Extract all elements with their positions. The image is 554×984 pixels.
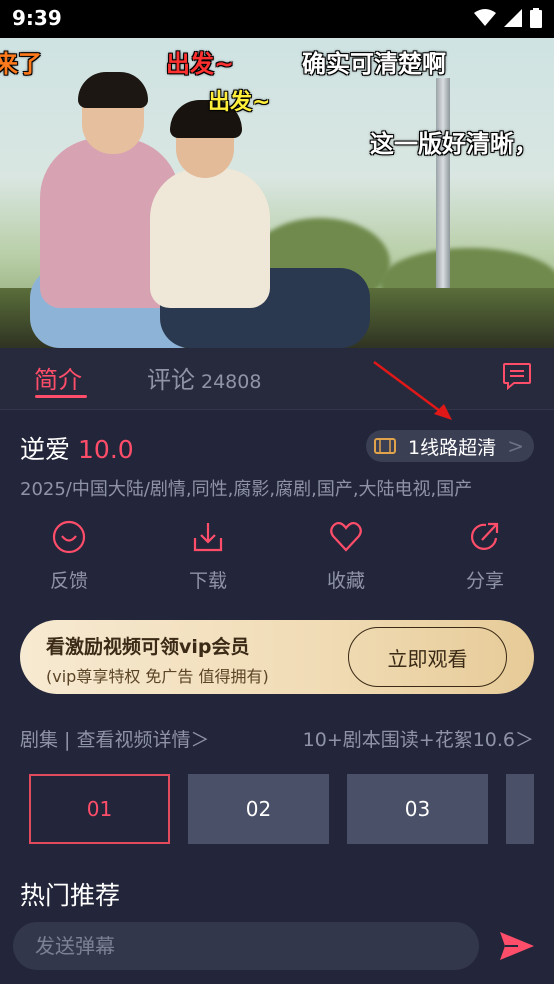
danmaku-input-bar: [0, 912, 554, 984]
feedback-button[interactable]: 反馈: [19, 520, 119, 593]
hot-recommend-title: 热门推荐: [20, 881, 121, 910]
battery-icon: [530, 8, 542, 28]
chevron-right-icon: >: [507, 434, 524, 458]
favorite-label: 收藏: [326, 570, 365, 592]
annotation-arrow: [373, 360, 452, 420]
vip-banner: 看激励视频可领vip会员 (vip尊享特权 免广告 值得拥有) 立即观看: [20, 620, 534, 694]
status-bar: 9:39: [0, 0, 554, 38]
download-button[interactable]: 下载: [158, 520, 258, 593]
download-icon: [193, 523, 223, 552]
episode-extra-link[interactable]: 10+剧本围读+花絮10.6＞: [303, 725, 534, 752]
episode-tile[interactable]: 02: [188, 774, 329, 844]
status-icons: [474, 8, 542, 28]
watch-now-button[interactable]: 立即观看: [348, 627, 507, 687]
danmaku-comment: 出发~: [208, 90, 271, 115]
feedback-label: 反馈: [49, 570, 88, 592]
tab-comments-label: 评论: [147, 366, 195, 394]
tab-bar: 简介 评论 24808: [0, 348, 554, 410]
send-icon[interactable]: [498, 930, 536, 962]
line-quality-label: 1线路超清: [408, 436, 497, 459]
video-player[interactable]: 来了 出发~ 确实可清楚啊 出发~ 这一版好清晰，: [0, 38, 554, 348]
comments-count: 24808: [201, 371, 262, 393]
download-label: 下载: [188, 570, 227, 592]
danmaku-comment: 来了: [0, 50, 42, 78]
episodes-header: 剧集 | 查看视频详情＞ 10+剧本围读+花絮10.6＞: [20, 725, 534, 753]
tab-intro[interactable]: 简介: [34, 360, 82, 395]
favorite-button[interactable]: 收藏: [296, 520, 396, 593]
danmaku-list-icon[interactable]: [502, 362, 532, 390]
person-right-shirt: [150, 168, 270, 308]
episode-tile[interactable]: 01: [29, 774, 170, 844]
tab-comments[interactable]: 评论 24808: [147, 360, 261, 395]
status-time: 9:39: [12, 6, 62, 30]
vip-banner-subtitle: (vip尊享特权 免广告 值得拥有): [46, 667, 269, 686]
heart-icon: [330, 521, 362, 552]
danmaku-comment: 确实可清楚啊: [302, 50, 446, 78]
show-meta: 2025/中国大陆/剧情,同性,腐影,腐剧,国产,大陆电视,国产: [20, 479, 473, 500]
episode-tile-partial[interactable]: [506, 774, 534, 844]
show-title: 逆爱: [20, 435, 71, 464]
episodes-detail-link[interactable]: 剧集 | 查看视频详情＞: [20, 729, 209, 751]
share-icon: [470, 522, 499, 550]
person-left-hair: [78, 72, 148, 108]
vip-banner-title: 看激励视频可领vip会员: [46, 636, 250, 658]
danmaku-input[interactable]: [13, 922, 479, 970]
share-button[interactable]: 分享: [435, 520, 535, 593]
action-row: 反馈 下载 收藏 分享: [0, 520, 554, 600]
line-quality-button[interactable]: 1线路超清 >: [366, 430, 534, 462]
feedback-icon: [52, 520, 86, 554]
episode-tile[interactable]: 03: [347, 774, 488, 844]
tab-indicator: [35, 395, 87, 398]
share-label: 分享: [465, 570, 504, 592]
film-icon: [374, 438, 396, 454]
signal-icon: [504, 9, 522, 27]
show-title-row: 逆爱 10.0: [20, 430, 134, 466]
wifi-icon: [474, 9, 496, 26]
danmaku-comment: 出发~: [166, 50, 235, 78]
show-score: 10.0: [78, 435, 134, 464]
danmaku-comment: 这一版好清晰，: [370, 130, 538, 158]
